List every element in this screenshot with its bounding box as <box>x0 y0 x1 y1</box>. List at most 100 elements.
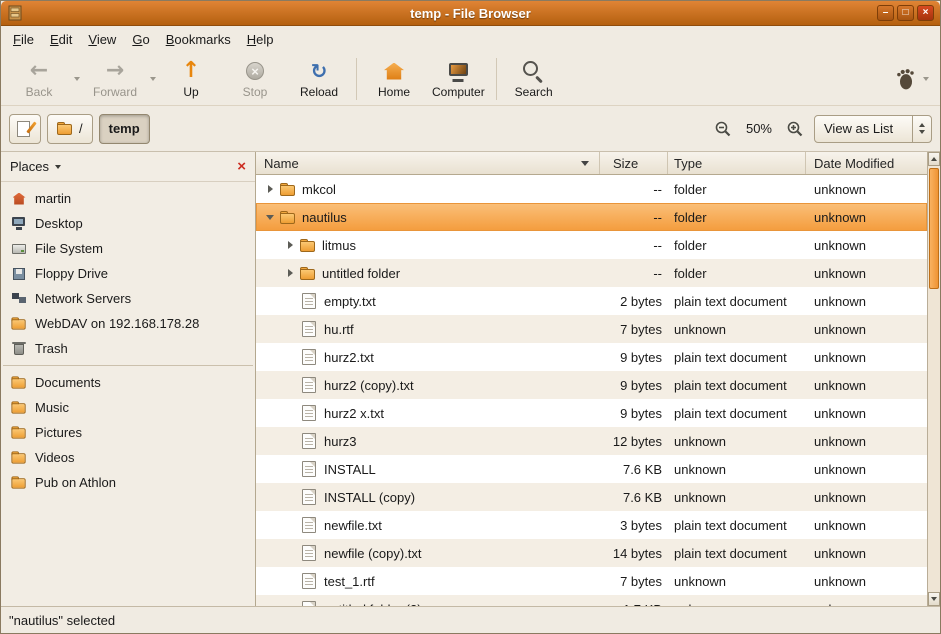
sidebar-item-network-servers[interactable]: Network Servers <box>1 286 255 311</box>
sidebar-item-videos[interactable]: Videos <box>1 445 255 470</box>
menu-go[interactable]: Go <box>124 29 157 50</box>
file-row[interactable]: test_1.rtf7 bytesunknownunknown <box>256 567 927 595</box>
file-row[interactable]: untitled folder--folderunknown <box>256 259 927 287</box>
sidebar-item-label: Desktop <box>35 216 83 231</box>
file-row[interactable]: INSTALL (copy)7.6 KBunknownunknown <box>256 483 927 511</box>
toolbar-overflow-arrow[interactable] <box>920 56 932 102</box>
column-header-type[interactable]: Type <box>668 152 806 174</box>
sidebar-item-documents[interactable]: Documents <box>1 370 255 395</box>
menu-view[interactable]: View <box>80 29 124 50</box>
file-row[interactable]: hurz2 x.txt9 bytesplain text documentunk… <box>256 399 927 427</box>
places-header[interactable]: Places × <box>1 152 255 182</box>
menu-file[interactable]: File <box>5 29 42 50</box>
row-indent <box>256 581 282 582</box>
file-row[interactable]: hurz312 bytesunknownunknown <box>256 427 927 455</box>
scroll-down-button[interactable] <box>928 592 940 606</box>
sidebar-item-pub-on-athlon[interactable]: Pub on Athlon <box>1 470 255 495</box>
chevron-down-icon <box>55 165 61 169</box>
file-row[interactable]: newfile.txt3 bytesplain text documentunk… <box>256 511 927 539</box>
current-path-button[interactable]: temp <box>99 114 150 144</box>
view-mode-select[interactable]: View as List <box>814 115 932 143</box>
sidebar-item-martin[interactable]: martin <box>1 186 255 211</box>
vertical-scrollbar[interactable] <box>927 152 940 606</box>
file-row[interactable]: mkcol--folderunknown <box>256 175 927 203</box>
file-icon <box>302 489 316 505</box>
column-header-label: Type <box>674 156 702 171</box>
sidebar-item-floppy-drive[interactable]: Floppy Drive <box>1 261 255 286</box>
expander-icon[interactable] <box>282 237 298 253</box>
file-date: unknown <box>806 406 927 421</box>
file-row[interactable]: nautilus--folderunknown <box>256 203 927 231</box>
close-button[interactable]: × <box>917 5 934 21</box>
minimize-button[interactable]: – <box>877 5 894 21</box>
row-indent <box>256 497 282 498</box>
file-icon <box>302 517 316 533</box>
scrollbar-thumb[interactable] <box>929 168 939 289</box>
file-row[interactable]: untitled folder (2)1.7 KBunknownunknown <box>256 595 927 606</box>
file-row[interactable]: litmus--folderunknown <box>256 231 927 259</box>
reload-button[interactable]: Reload <box>287 55 351 102</box>
throbber <box>894 56 932 102</box>
folder-icon <box>11 451 26 463</box>
sidebar-item-trash[interactable]: Trash <box>1 336 255 361</box>
file-row[interactable]: INSTALL7.6 KBunknownunknown <box>256 455 927 483</box>
file-type: plain text document <box>668 546 806 561</box>
scroll-up-button[interactable] <box>928 152 940 166</box>
file-type: unknown <box>668 574 806 589</box>
sidebar-item-music[interactable]: Music <box>1 395 255 420</box>
search-button[interactable]: Search <box>502 55 566 102</box>
back-label: Back <box>26 85 53 99</box>
folder-icon <box>11 476 26 488</box>
sidebar-close-icon[interactable]: × <box>237 159 246 174</box>
column-header-name[interactable]: Name <box>256 152 600 174</box>
places-sidebar: Places × martin Desktop File SystemFloppy … <box>1 152 256 606</box>
sidebar-item-label: Videos <box>35 450 75 465</box>
sidebar-item-desktop[interactable]: Desktop <box>1 211 255 236</box>
toolbar-buttons: BackForwardUpStopReloadHomeComputerSearc… <box>7 55 566 102</box>
expander-spacer <box>282 573 298 589</box>
view-mode-spinner <box>912 116 931 142</box>
file-date: unknown <box>806 434 927 449</box>
edit-location-icon <box>17 120 34 137</box>
folder-icon <box>280 183 296 196</box>
location-edit-toggle-button[interactable] <box>9 114 41 144</box>
gnome-foot-icon <box>894 67 918 91</box>
file-date: unknown <box>806 322 927 337</box>
desktop-icon <box>11 216 27 232</box>
cell-name: INSTALL <box>256 455 600 483</box>
file-size: -- <box>600 238 668 253</box>
menu-bookmarks[interactable]: Bookmarks <box>158 29 239 50</box>
expander-icon[interactable] <box>262 181 278 197</box>
file-size: 3 bytes <box>600 518 668 533</box>
titlebar[interactable]: temp - File Browser – □ × <box>1 1 940 26</box>
zoom-in-button[interactable] <box>782 116 808 142</box>
column-header-size[interactable]: Size <box>600 152 668 174</box>
computer-button[interactable]: Computer <box>426 55 491 102</box>
root-path-button[interactable]: / <box>47 114 93 144</box>
file-row[interactable]: hurz2.txt9 bytesplain text documentunkno… <box>256 343 927 371</box>
file-row[interactable]: empty.txt2 bytesplain text documentunkno… <box>256 287 927 315</box>
file-row[interactable]: hurz2 (copy).txt9 bytesplain text docume… <box>256 371 927 399</box>
expander-icon[interactable] <box>282 265 298 281</box>
zoom-out-button[interactable] <box>710 116 736 142</box>
home-button[interactable]: Home <box>362 55 426 102</box>
forward-dropdown-arrow <box>147 56 159 102</box>
up-button[interactable]: Up <box>159 55 223 102</box>
network-icon <box>11 291 27 307</box>
sidebar-item-pictures[interactable]: Pictures <box>1 420 255 445</box>
folder-icon <box>300 267 316 280</box>
file-row[interactable]: newfile (copy).txt14 bytesplain text doc… <box>256 539 927 567</box>
sidebar-item-file-system[interactable]: File System <box>1 236 255 261</box>
file-type: unknown <box>668 490 806 505</box>
file-row[interactable]: hu.rtf7 bytesunknownunknown <box>256 315 927 343</box>
file-name: mkcol <box>302 182 336 197</box>
maximize-button[interactable]: □ <box>897 5 914 21</box>
sidebar-item-label: Documents <box>35 375 101 390</box>
cell-name: hurz3 <box>256 427 600 455</box>
menu-edit[interactable]: Edit <box>42 29 80 50</box>
expander-icon[interactable] <box>262 209 278 225</box>
menu-help[interactable]: Help <box>239 29 282 50</box>
sidebar-item-webdav-on-192-168-178-28[interactable]: WebDAV on 192.168.178.28 <box>1 311 255 336</box>
column-header-date-modified[interactable]: Date Modified <box>806 152 927 174</box>
cell-name: nautilus <box>256 203 600 231</box>
